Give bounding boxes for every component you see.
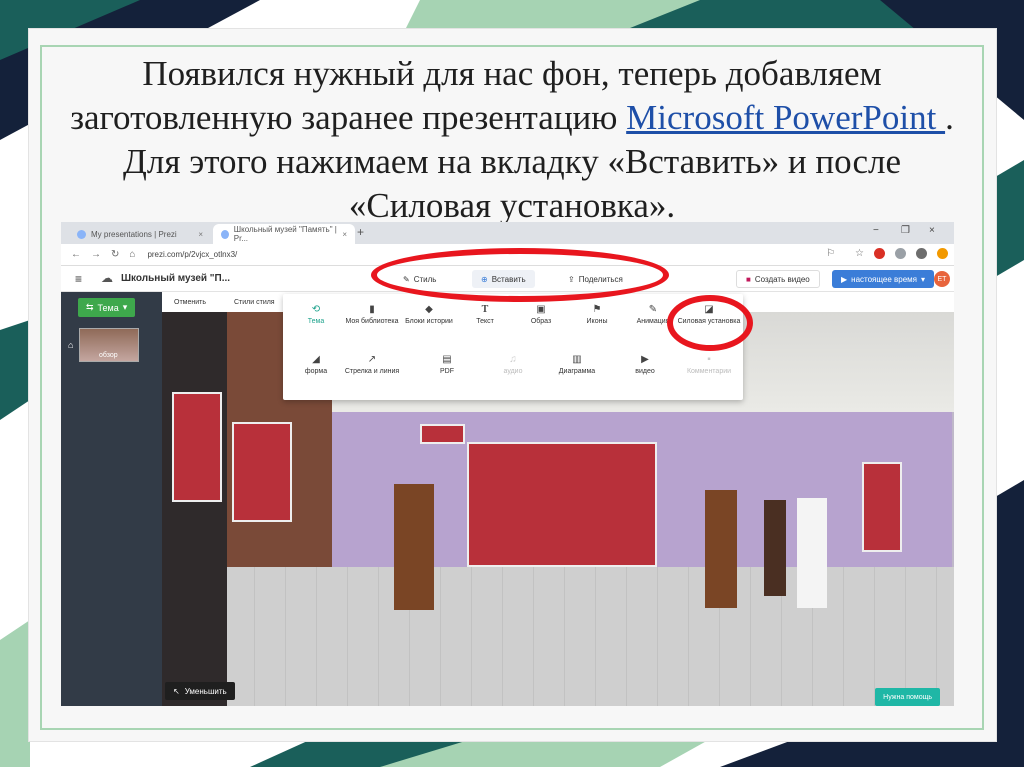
background-floor	[162, 567, 954, 706]
menu-item-pdf[interactable]: ▤ PDF	[411, 354, 483, 376]
menu-item-video[interactable]: ▶ видео	[609, 354, 681, 376]
menu-item-label: Моя библиотека	[345, 318, 399, 325]
reload-icon[interactable]: ↻	[111, 249, 119, 260]
tab-my-presentations[interactable]: My presentations | Prezi ×	[69, 224, 211, 244]
present-label: настоящее время	[851, 274, 917, 284]
canvas-edge	[162, 312, 227, 706]
slide-caption: Появился нужный для нас фон, теперь доба…	[60, 52, 964, 228]
exhibit-board	[862, 462, 902, 552]
menu-item-label: форма	[304, 368, 328, 375]
shrink-icon: ↖	[173, 686, 180, 696]
tab-school-museum[interactable]: Школьный музей "Память" | Pr... ×	[213, 224, 355, 244]
tab-close-icon[interactable]: ×	[198, 230, 203, 239]
comment-icon: ▪	[707, 354, 711, 365]
profile-icon[interactable]	[916, 248, 927, 259]
white-cabinet	[797, 498, 827, 608]
translate-icon[interactable]: ⚐	[826, 248, 835, 259]
menu-item-label: аудио	[503, 368, 523, 375]
door	[394, 484, 434, 610]
pdf-icon: ▤	[442, 354, 452, 365]
extension-icon[interactable]	[874, 248, 885, 259]
theme-icon: ⇆	[86, 302, 94, 312]
menu-item-comments: ▪ Комментарии	[673, 354, 745, 376]
exhibit-board	[467, 442, 657, 567]
thumbnail-label: обзор	[99, 352, 118, 359]
prezi-favicon-icon	[77, 229, 86, 239]
cloud-icon: ☁	[101, 271, 113, 285]
menu-icon[interactable]: ≡	[75, 272, 82, 286]
minimize-icon[interactable]: −	[873, 225, 879, 236]
edit-subbar: Отменить Стили стиля	[162, 292, 284, 312]
tab-close-icon[interactable]: ×	[342, 230, 347, 239]
music-icon: ♫	[509, 354, 517, 365]
arrow-icon: ↗	[367, 354, 377, 365]
menu-item-arrow-line[interactable]: ↗ Стрелка и линия	[336, 354, 408, 376]
extension-icon[interactable]	[895, 248, 906, 259]
styles-button[interactable]: Стили стиля	[234, 299, 275, 306]
tab-label: Школьный музей "Память" | Pr...	[233, 225, 337, 243]
shrink-button[interactable]: ↖ Уменьшить	[165, 682, 235, 700]
play-icon: ▶	[841, 274, 848, 284]
menu-item-label: Блоки истории	[405, 318, 453, 325]
url-field[interactable]: prezi.com/p/2vjcx_otlnx3/	[147, 250, 237, 259]
new-tab-icon[interactable]: +	[357, 225, 364, 239]
menu-item-label: Иконы	[586, 318, 608, 325]
undo-button[interactable]: Отменить	[174, 299, 206, 306]
menu-item-label: Анимация	[636, 318, 670, 325]
maximize-icon[interactable]: ❐	[901, 225, 910, 236]
menu-item-label: видео	[635, 368, 655, 375]
menu-item-label: Тема	[307, 318, 325, 325]
prezi-favicon-icon	[221, 229, 229, 239]
menu-item-audio: ♫ аудио	[477, 354, 549, 376]
annotation-oval-powerpoint	[667, 295, 753, 351]
back-icon[interactable]: ←	[71, 249, 81, 260]
forward-icon[interactable]: →	[91, 249, 101, 260]
exhibit-board	[232, 422, 292, 522]
menu-item-label: Текст	[476, 318, 494, 325]
menu-item-label: Стрелка и линия	[344, 368, 400, 375]
menu-item-label: Комментарии	[686, 368, 732, 375]
home-icon[interactable]: ⌂	[129, 249, 135, 260]
left-panel: ⇆ Тема ▾ ⌂ обзор	[61, 292, 162, 706]
door	[764, 500, 786, 596]
theme-label: Тема	[97, 302, 119, 313]
annotation-oval-toolbar	[371, 248, 669, 302]
powerpoint-link[interactable]: Microsoft PowerPoint	[626, 98, 945, 137]
menu-item-label: PDF	[440, 368, 454, 375]
exhibit-banner	[420, 424, 465, 444]
create-video-label: Создать видео	[754, 274, 810, 284]
help-button[interactable]: Нужна помощь	[875, 688, 940, 706]
chevron-down-icon[interactable]: ▾	[921, 275, 925, 284]
tab-label: My presentations | Prezi	[91, 229, 177, 239]
present-button[interactable]: ▶ настоящее время ▾	[832, 270, 934, 288]
exhibit-board	[172, 392, 222, 502]
video-camera-icon: ■	[746, 274, 751, 284]
close-window-icon[interactable]: ×	[929, 225, 935, 236]
avatar[interactable]: ЕТ	[934, 271, 950, 287]
theme-button[interactable]: ⇆ Тема ▾	[78, 298, 136, 317]
browser-tab-bar: My presentations | Prezi × Школьный музе…	[61, 222, 954, 244]
video-icon: ▶	[641, 354, 649, 365]
menu-item-label: Образ	[530, 318, 552, 325]
home-icon[interactable]: ⌂	[68, 340, 73, 350]
menu-item-label: Диаграмма	[558, 368, 596, 375]
browser-extensions: ⚐ ☆	[816, 248, 948, 259]
presentation-title[interactable]: Школьный музей "П...	[121, 273, 230, 284]
chart-icon: ▥	[572, 354, 582, 365]
menu-item-chart[interactable]: ▥ Диаграмма	[541, 354, 613, 376]
shrink-label: Уменьшить	[184, 686, 227, 696]
chevron-down-icon[interactable]: ▾	[123, 302, 128, 313]
star-icon[interactable]: ☆	[855, 248, 864, 259]
update-icon[interactable]	[937, 248, 948, 259]
create-video-button[interactable]: ■ Создать видео	[736, 270, 820, 288]
door	[705, 490, 737, 608]
